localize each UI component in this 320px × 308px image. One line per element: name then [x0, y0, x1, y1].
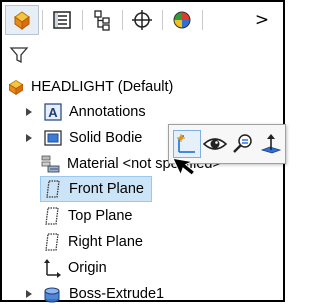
feature-manager-tab[interactable]	[5, 5, 39, 35]
zoom-to-selection-button[interactable]	[229, 130, 257, 158]
tree-item-front-plane[interactable]: Front Plane	[40, 176, 152, 202]
dimxpert-icon	[132, 10, 152, 30]
tree-item-label: Boss-Extrude1	[69, 286, 165, 302]
plane-icon	[41, 231, 63, 253]
tree-item-annotations[interactable]: A Annotations	[22, 100, 146, 124]
tree-item-label: Annotations	[69, 104, 146, 120]
tree-item-label: Front Plane	[69, 181, 144, 197]
tree-root-label: HEADLIGHT (Default)	[31, 79, 174, 95]
material-icon	[40, 153, 62, 175]
filter-icon	[9, 47, 29, 64]
normal-to-button[interactable]	[257, 130, 285, 158]
part-icon	[5, 76, 27, 98]
feature-manager-icon	[14, 11, 30, 30]
tree-item-solid-bodies[interactable]: Solid Bodie	[22, 126, 142, 150]
property-manager-icon	[53, 11, 71, 29]
tree-item-label: Origin	[68, 260, 107, 276]
tree-item-boss-extrude1[interactable]: Boss-Extrude1	[22, 282, 164, 306]
manager-tab-bar: >	[2, 2, 287, 38]
tree-item-origin[interactable]: Origin	[41, 256, 107, 280]
solid-bodies-icon	[42, 127, 64, 149]
display-manager-icon	[173, 11, 191, 29]
tree-item-top-plane[interactable]: Top Plane	[41, 204, 133, 228]
property-manager-tab[interactable]	[45, 5, 79, 35]
tree-root-item[interactable]: HEADLIGHT (Default)	[5, 75, 173, 99]
display-manager-tab[interactable]	[165, 5, 199, 35]
feature-manager-panel: > HEADLIGHT (Default) A Annotations Soli…	[0, 0, 287, 303]
expand-arrow-icon[interactable]	[24, 133, 34, 143]
tree-item-right-plane[interactable]: Right Plane	[41, 230, 143, 254]
expand-arrow-icon[interactable]	[24, 107, 34, 117]
svg-text:A: A	[48, 105, 58, 120]
tree-item-label: Right Plane	[68, 234, 143, 250]
mouse-cursor-icon	[170, 150, 210, 190]
configuration-manager-tab[interactable]	[85, 5, 119, 35]
normal-to-icon	[260, 134, 282, 154]
configuration-manager-icon	[94, 10, 110, 31]
dimxpert-manager-tab[interactable]	[125, 5, 159, 35]
tree-item-label: Solid Bodie	[69, 130, 143, 146]
zoom-to-selection-icon	[233, 134, 252, 153]
annotations-icon: A	[42, 101, 64, 123]
expand-arrow-icon[interactable]	[24, 289, 34, 299]
plane-icon	[41, 205, 63, 227]
plane-icon	[42, 178, 64, 200]
tree-item-label: Top Plane	[68, 208, 133, 224]
boss-extrude-icon	[42, 283, 64, 305]
more-tabs-button[interactable]: >	[250, 5, 274, 35]
filter-button[interactable]	[9, 45, 31, 67]
origin-icon	[41, 257, 63, 279]
